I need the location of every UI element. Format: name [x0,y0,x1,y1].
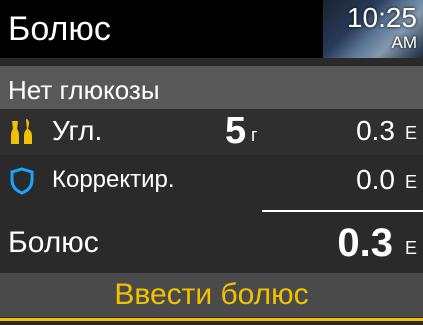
shield-icon [8,166,36,196]
carbs-unit: г [251,125,258,145]
bolus-total-unit: Е [404,238,417,258]
glucose-row[interactable]: Нет глюкозы [0,66,423,114]
deliver-bolus-label: Ввести болюс [114,278,309,311]
correction-row[interactable]: Корректир. 0.0 Е [0,158,423,204]
carbs-row[interactable]: Угл. 5 г 0.3 Е [0,109,423,155]
pump-screen: Болюс 10:25 AM Нет глюкозы Угл. 5 г 0.3 … [0,0,423,325]
carbs-insulin-unit: Е [404,123,417,143]
carbs-label: Угл. [52,115,103,146]
clock-time: 10:25 [346,2,417,33]
deliver-bolus-button[interactable]: Ввести болюс [0,273,423,317]
correction-label: Корректир. [52,166,175,193]
page-title: Болюс [8,10,111,48]
clock-ampm: AM [391,33,418,52]
carbs-insulin: 0.3 [356,115,395,146]
bolus-total-row: Болюс 0.3 Е [0,218,423,268]
glucose-status: Нет глюкозы [8,75,160,105]
button-underline [0,318,423,321]
total-divider [262,210,423,212]
bolus-total-label: Болюс [8,226,99,259]
carbs-icon [8,117,36,147]
bolus-total-value: 0.3 [337,221,393,265]
carbs-value: 5 [225,110,247,152]
correction-insulin-unit: Е [404,172,417,192]
header-bar: Болюс 10:25 AM [0,0,423,58]
correction-insulin: 0.0 [356,164,395,195]
